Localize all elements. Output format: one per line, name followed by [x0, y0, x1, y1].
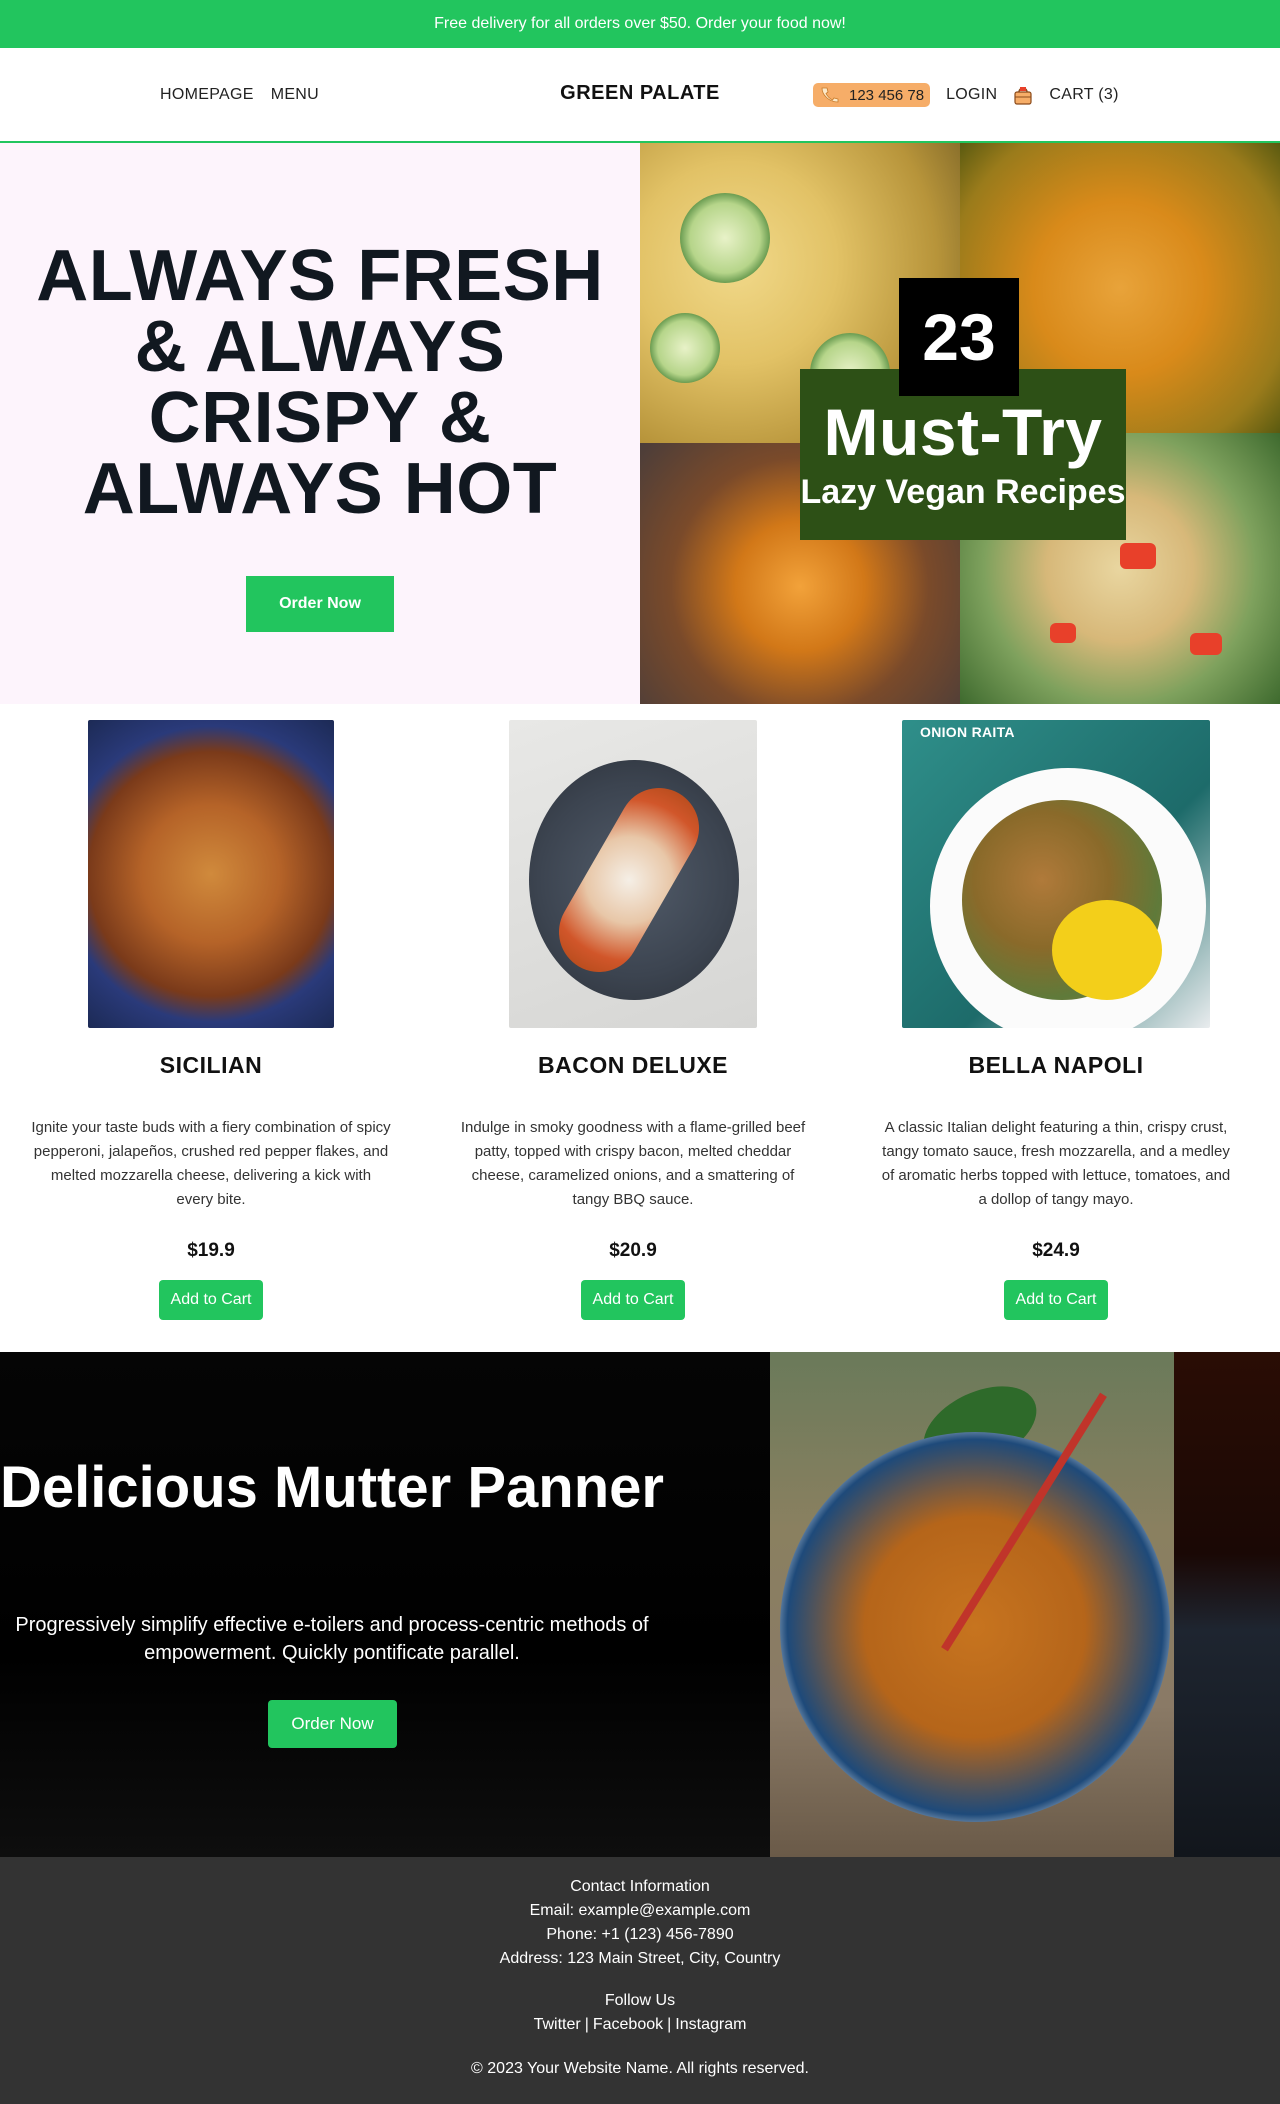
- feature-section: Delicious Mutter Panner Progressively si…: [0, 1352, 1280, 1857]
- product-name: BELLA NAPOLI: [968, 1052, 1144, 1078]
- add-to-cart-button[interactable]: Add to Cart: [1004, 1280, 1108, 1320]
- product-description: Indulge in smoky goodness with a flame-g…: [460, 1119, 806, 1208]
- cart-basket-icon: [1014, 87, 1032, 105]
- contact-info: Contact Information Email: example@examp…: [0, 1875, 1280, 1971]
- recipe-badge-number: 23: [899, 278, 1019, 396]
- site-footer: Contact Information Email: example@examp…: [0, 1857, 1280, 2104]
- product-price: $24.9: [1032, 1240, 1080, 1261]
- feature-title: Delicious Mutter Panner: [0, 1455, 664, 1520]
- product-card: SICILIAN Ignite your taste buds with a f…: [0, 704, 422, 1320]
- contact-email: Email: example@example.com: [529, 1902, 751, 1919]
- product-name: SICILIAN: [159, 1052, 263, 1078]
- hero-text-panel: ALWAYS FRESH & ALWAYS CRISPY & ALWAYS HO…: [0, 143, 640, 704]
- header-actions: 123 456 78 LOGIN CART (3): [813, 83, 1119, 107]
- recipe-badge-title: Must-Try: [823, 395, 1103, 469]
- product-grid: SICILIAN Ignite your taste buds with a f…: [0, 704, 1280, 1352]
- promo-text: Free delivery for all orders over $50. O…: [434, 15, 846, 32]
- product-image-tag: ONION RAITA: [920, 724, 1015, 740]
- hero-image-collage: Must-Try Lazy Vegan Recipes 23: [640, 143, 1280, 704]
- product-price: $20.9: [609, 1240, 657, 1261]
- contact-address: Address: 123 Main Street, City, Country: [499, 1950, 781, 1967]
- main-nav: HOMEPAGE MENU: [160, 86, 319, 104]
- phone-button[interactable]: 123 456 78: [813, 83, 931, 107]
- contact-heading: Contact Information: [570, 1878, 710, 1895]
- nav-menu-link[interactable]: MENU: [271, 86, 319, 104]
- social-links: Follow Us Twitter | Facebook | Instagram: [0, 1989, 1280, 2037]
- product-image: [509, 720, 757, 1028]
- product-description: A classic Italian delight featuring a th…: [881, 1119, 1231, 1208]
- promo-banner: Free delivery for all orders over $50. O…: [0, 0, 1280, 48]
- copyright: © 2023 Your Website Name. All rights res…: [471, 2060, 809, 2077]
- hero-order-now-button[interactable]: Order Now: [246, 576, 394, 632]
- facebook-link[interactable]: Facebook: [593, 2016, 663, 2033]
- twitter-link[interactable]: Twitter: [534, 2016, 581, 2033]
- nav-homepage-link[interactable]: HOMEPAGE: [160, 86, 254, 104]
- cart-link[interactable]: CART (3): [1013, 84, 1118, 106]
- feature-food-photo: [770, 1352, 1174, 1857]
- recipe-badge-subtitle: Lazy Vegan Recipes: [800, 473, 1126, 511]
- product-description: Ignite your taste buds with a fiery comb…: [31, 1119, 391, 1208]
- product-name: BACON DELUXE: [537, 1052, 728, 1078]
- product-card: ONION RAITA BELLA NAPOLI A classic Itali…: [845, 704, 1267, 1320]
- follow-heading: Follow Us: [604, 1992, 676, 2009]
- product-price: $19.9: [187, 1240, 235, 1261]
- feature-subtitle: Progressively simplify effective e-toile…: [15, 1614, 649, 1664]
- product-image: [88, 720, 334, 1028]
- feature-order-now-button[interactable]: Order Now: [268, 1700, 397, 1748]
- instagram-link[interactable]: Instagram: [675, 2016, 746, 2033]
- hero-title: ALWAYS FRESH & ALWAYS CRISPY & ALWAYS HO…: [36, 236, 604, 529]
- add-to-cart-button[interactable]: Add to Cart: [581, 1280, 685, 1320]
- product-card: BACON DELUXE Indulge in smoky goodness w…: [422, 704, 844, 1320]
- product-image: ONION RAITA: [902, 720, 1210, 1028]
- hero-section: ALWAYS FRESH & ALWAYS CRISPY & ALWAYS HO…: [0, 143, 1280, 704]
- add-to-cart-button[interactable]: Add to Cart: [159, 1280, 263, 1320]
- contact-phone: Phone: +1 (123) 456-7890: [546, 1926, 734, 1943]
- site-header: HOMEPAGE MENU GREEN PALATE 123 456 78 LO…: [0, 48, 1280, 143]
- phone-icon: [821, 87, 839, 103]
- phone-number: 123 456 78: [849, 86, 925, 104]
- cart-label: CART (3): [1049, 86, 1119, 103]
- login-link[interactable]: LOGIN: [946, 86, 997, 104]
